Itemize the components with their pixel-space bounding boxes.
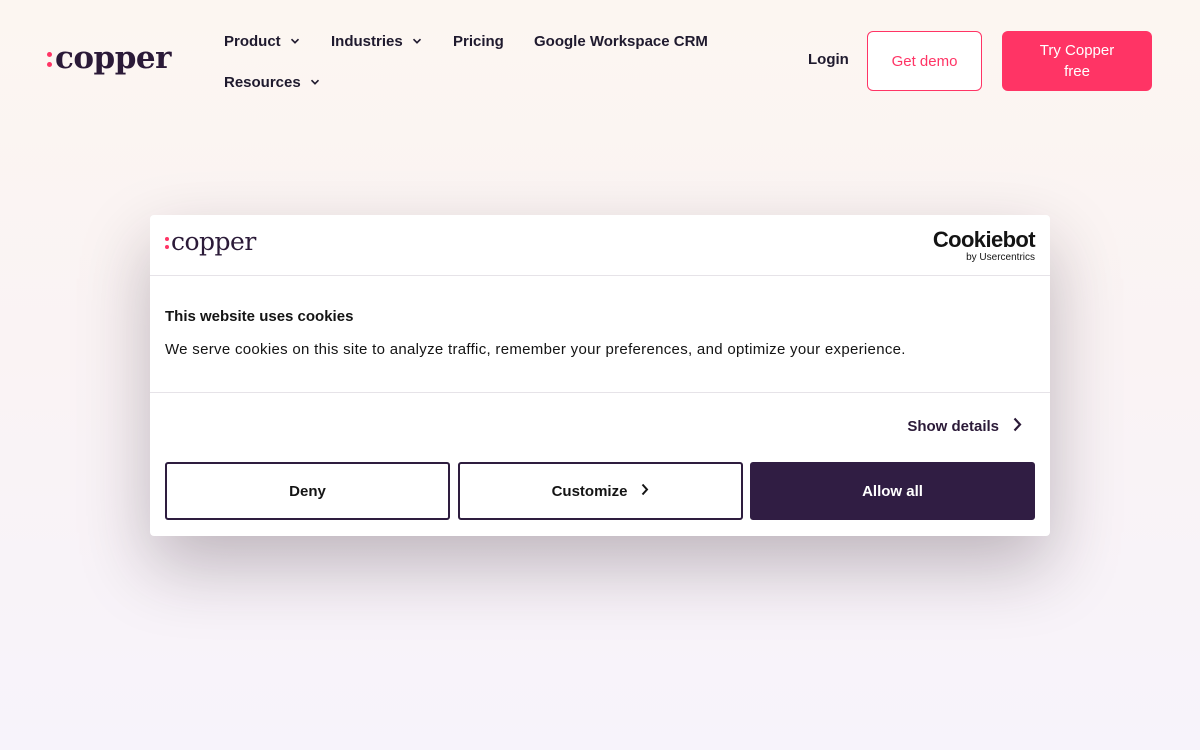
login-link[interactable]: Login xyxy=(808,51,849,73)
cookiebot-logo[interactable]: Cookiebot by Usercentrics xyxy=(932,227,1036,264)
allow-all-label: Allow all xyxy=(862,482,923,500)
show-details-link[interactable]: Show details xyxy=(907,417,1022,436)
nav-item-google-workspace-crm[interactable]: Google Workspace CRM xyxy=(534,30,708,52)
cookie-consent-dialog: copper Cookiebot by Usercentrics This we… xyxy=(150,215,1050,536)
logo-dots-icon xyxy=(165,236,169,249)
get-demo-button[interactable]: Get demo xyxy=(867,31,982,91)
allow-all-button[interactable]: Allow all xyxy=(750,462,1035,520)
nav-item-label: Product xyxy=(224,32,281,50)
deny-button[interactable]: Deny xyxy=(165,462,450,520)
site-header: copper Product Industries Pricing Google… xyxy=(0,0,1200,110)
customize-button[interactable]: Customize xyxy=(458,462,743,520)
nav-item-label: Pricing xyxy=(453,32,504,50)
chevron-down-icon xyxy=(310,77,320,87)
copper-logo: copper xyxy=(165,229,256,254)
cookiebot-wordmark: Cookiebot xyxy=(932,227,1036,252)
chevron-down-icon xyxy=(290,36,300,46)
chevron-right-icon xyxy=(1013,417,1022,436)
chevron-right-icon xyxy=(641,483,649,500)
nav-item-label: Industries xyxy=(331,32,403,50)
customize-label: Customize xyxy=(551,482,628,500)
nav-item-label: Google Workspace CRM xyxy=(534,32,708,50)
nav-item-resources[interactable]: Resources xyxy=(224,71,320,93)
nav-item-industries[interactable]: Industries xyxy=(331,30,422,52)
deny-label: Deny xyxy=(289,482,326,500)
try-copper-free-button[interactable]: Try Copper free xyxy=(1002,31,1152,91)
cookie-dialog-body: This website uses cookies We serve cooki… xyxy=(150,276,1050,393)
nav-item-label: Resources xyxy=(224,73,301,91)
logo-wordmark: copper xyxy=(171,227,256,256)
copper-logo[interactable]: copper xyxy=(47,38,187,78)
cookie-dialog-text: We serve cookies on this site to analyze… xyxy=(165,341,906,358)
chevron-down-icon xyxy=(412,36,422,46)
nav-item-product[interactable]: Product xyxy=(224,30,300,52)
show-details-label: Show details xyxy=(907,418,999,435)
logo-dots-icon xyxy=(47,51,52,67)
cookie-dialog-header: copper Cookiebot by Usercentrics xyxy=(150,215,1050,276)
cookie-dialog-title: This website uses cookies xyxy=(165,308,354,325)
logo-wordmark: copper xyxy=(55,39,171,76)
cookiebot-byline: by Usercentrics xyxy=(966,252,1035,263)
nav-item-pricing[interactable]: Pricing xyxy=(453,30,504,52)
